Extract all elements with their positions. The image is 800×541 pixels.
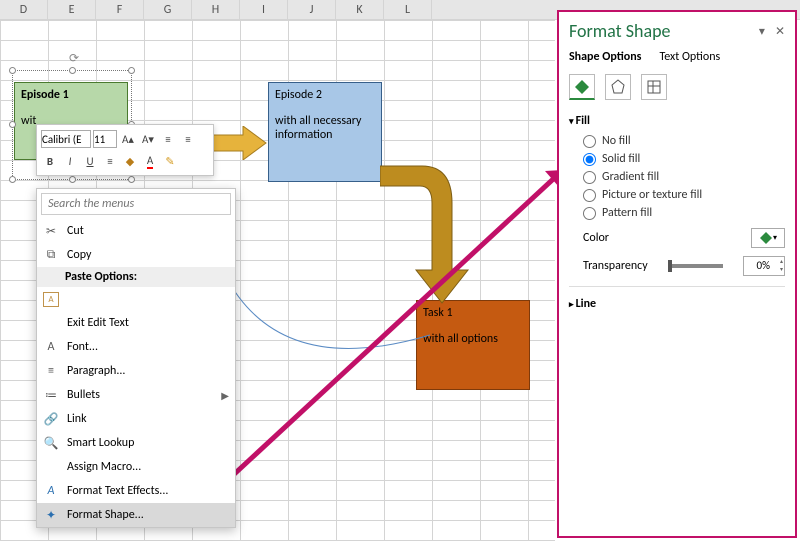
column-header[interactable]: E	[48, 0, 96, 19]
format-shape-panel: Format Shape ▾ ✕ Shape Options Text Opti…	[557, 10, 797, 538]
section-line[interactable]: Line	[569, 297, 785, 311]
resize-handle[interactable]	[9, 67, 16, 74]
column-header[interactable]: H	[192, 0, 240, 19]
column-header[interactable]: F	[96, 0, 144, 19]
fill-color-icon[interactable]: ◆	[121, 152, 139, 170]
format-painter-icon[interactable]: ✎	[161, 152, 179, 170]
menu-label: Format Shape...	[67, 508, 144, 522]
shape-title: Episode 2	[275, 88, 375, 102]
menu-label: Format Text Effects...	[67, 484, 168, 498]
font-family-input[interactable]	[41, 130, 91, 148]
menu-copy[interactable]: ⧉ Copy	[37, 243, 235, 267]
menu-label: Copy	[67, 248, 91, 262]
menu-link[interactable]: 🔗 Link	[37, 407, 235, 431]
shape-body: with all necessary information	[275, 114, 375, 142]
menu-bullets[interactable]: ≔ Bullets ▶	[37, 383, 235, 407]
italic-button[interactable]: I	[61, 152, 79, 170]
decrease-font-icon[interactable]: A▾	[139, 130, 157, 148]
decrease-indent-icon[interactable]: ≡	[159, 130, 177, 148]
color-picker-button[interactable]: ▾	[751, 228, 785, 248]
lookup-icon: 🔍	[43, 436, 59, 451]
mini-toolbar: A▴ A▾ ≡ ≡ B I U ≡ ◆ A ✎	[36, 124, 214, 176]
resize-handle[interactable]	[9, 176, 16, 183]
transparency-slider[interactable]	[668, 264, 723, 268]
radio-pattern-fill[interactable]: Pattern fill	[583, 206, 785, 220]
menu-paragraph[interactable]: ≡ Paragraph...	[37, 359, 235, 383]
close-icon[interactable]: ✕	[775, 24, 785, 39]
panel-options-icon[interactable]: ▾	[759, 24, 765, 39]
tab-shape-options[interactable]: Shape Options	[569, 50, 641, 64]
search-menus-input[interactable]	[41, 193, 231, 215]
underline-button[interactable]: U	[81, 152, 99, 170]
increase-indent-icon[interactable]: ≡	[179, 130, 197, 148]
menu-format-text-effects[interactable]: A Format Text Effects...	[37, 479, 235, 503]
tab-text-options[interactable]: Text Options	[659, 50, 720, 64]
text-effects-icon: A	[43, 484, 59, 498]
size-tab-icon[interactable]	[641, 74, 667, 100]
fill-line-tab-icon[interactable]	[569, 74, 595, 100]
bold-button[interactable]: B	[41, 152, 59, 170]
submenu-arrow-icon: ▶	[221, 389, 229, 402]
menu-font[interactable]: A Font...	[37, 335, 235, 359]
paragraph-icon: ≡	[43, 364, 59, 378]
increase-font-icon[interactable]: A▴	[119, 130, 137, 148]
menu-cut[interactable]: ✂ Cut	[37, 219, 235, 243]
column-header[interactable]: I	[240, 0, 288, 19]
column-header[interactable]: L	[384, 0, 432, 19]
menu-label: Paragraph...	[67, 364, 125, 378]
menu-label: Bullets	[67, 388, 100, 402]
rotate-handle-icon[interactable]: ⟳	[69, 51, 79, 66]
section-fill[interactable]: Fill	[569, 114, 785, 128]
menu-format-shape[interactable]: ✦ Format Shape...	[37, 503, 235, 527]
panel-title: Format Shape	[569, 20, 671, 42]
menu-label: Link	[67, 412, 87, 426]
paste-keep-text[interactable]: A	[37, 287, 235, 311]
connector-curve[interactable]	[220, 270, 440, 350]
color-label: Color	[583, 231, 609, 245]
column-header[interactable]: J	[288, 0, 336, 19]
transparency-value[interactable]: 0%	[743, 256, 785, 276]
effects-tab-icon[interactable]	[605, 74, 631, 100]
menu-label: Smart Lookup	[67, 436, 134, 450]
radio-solid-fill[interactable]: Solid fill	[583, 152, 785, 166]
link-icon: 🔗	[43, 412, 59, 427]
column-header[interactable]: K	[336, 0, 384, 19]
cut-icon: ✂	[43, 224, 59, 239]
transparency-label: Transparency	[583, 259, 648, 273]
format-shape-icon: ✦	[43, 508, 59, 523]
paste-text-icon: A	[43, 292, 59, 307]
column-header[interactable]: D	[0, 0, 48, 19]
menu-exit-edit-text[interactable]: Exit Edit Text	[37, 311, 235, 335]
bullets-icon: ≔	[43, 388, 59, 403]
radio-picture-fill[interactable]: Picture or texture fill	[583, 188, 785, 202]
resize-handle[interactable]	[9, 121, 16, 128]
paste-options-header: Paste Options:	[37, 267, 235, 287]
font-color-icon[interactable]: A	[141, 152, 159, 170]
menu-label: Exit Edit Text	[67, 316, 129, 330]
radio-no-fill[interactable]: No fill	[583, 134, 785, 148]
menu-label: Cut	[67, 224, 84, 238]
column-header[interactable]: G	[144, 0, 192, 19]
resize-handle[interactable]	[128, 67, 135, 74]
align-icon[interactable]: ≡	[101, 152, 119, 170]
radio-gradient-fill[interactable]: Gradient fill	[583, 170, 785, 184]
copy-icon: ⧉	[43, 248, 59, 262]
shape-episode-2[interactable]: Episode 2 with all necessary information	[268, 82, 382, 182]
menu-label: Assign Macro...	[67, 460, 141, 474]
context-menu: ✂ Cut ⧉ Copy Paste Options: A Exit Edit Te…	[36, 188, 236, 528]
resize-handle[interactable]	[69, 67, 76, 74]
menu-smart-lookup[interactable]: 🔍 Smart Lookup	[37, 431, 235, 455]
font-size-input[interactable]	[93, 130, 117, 148]
resize-handle[interactable]	[128, 176, 135, 183]
menu-assign-macro[interactable]: Assign Macro...	[37, 455, 235, 479]
font-icon: A	[43, 340, 59, 354]
resize-handle[interactable]	[69, 176, 76, 183]
menu-label: Font...	[67, 340, 98, 354]
